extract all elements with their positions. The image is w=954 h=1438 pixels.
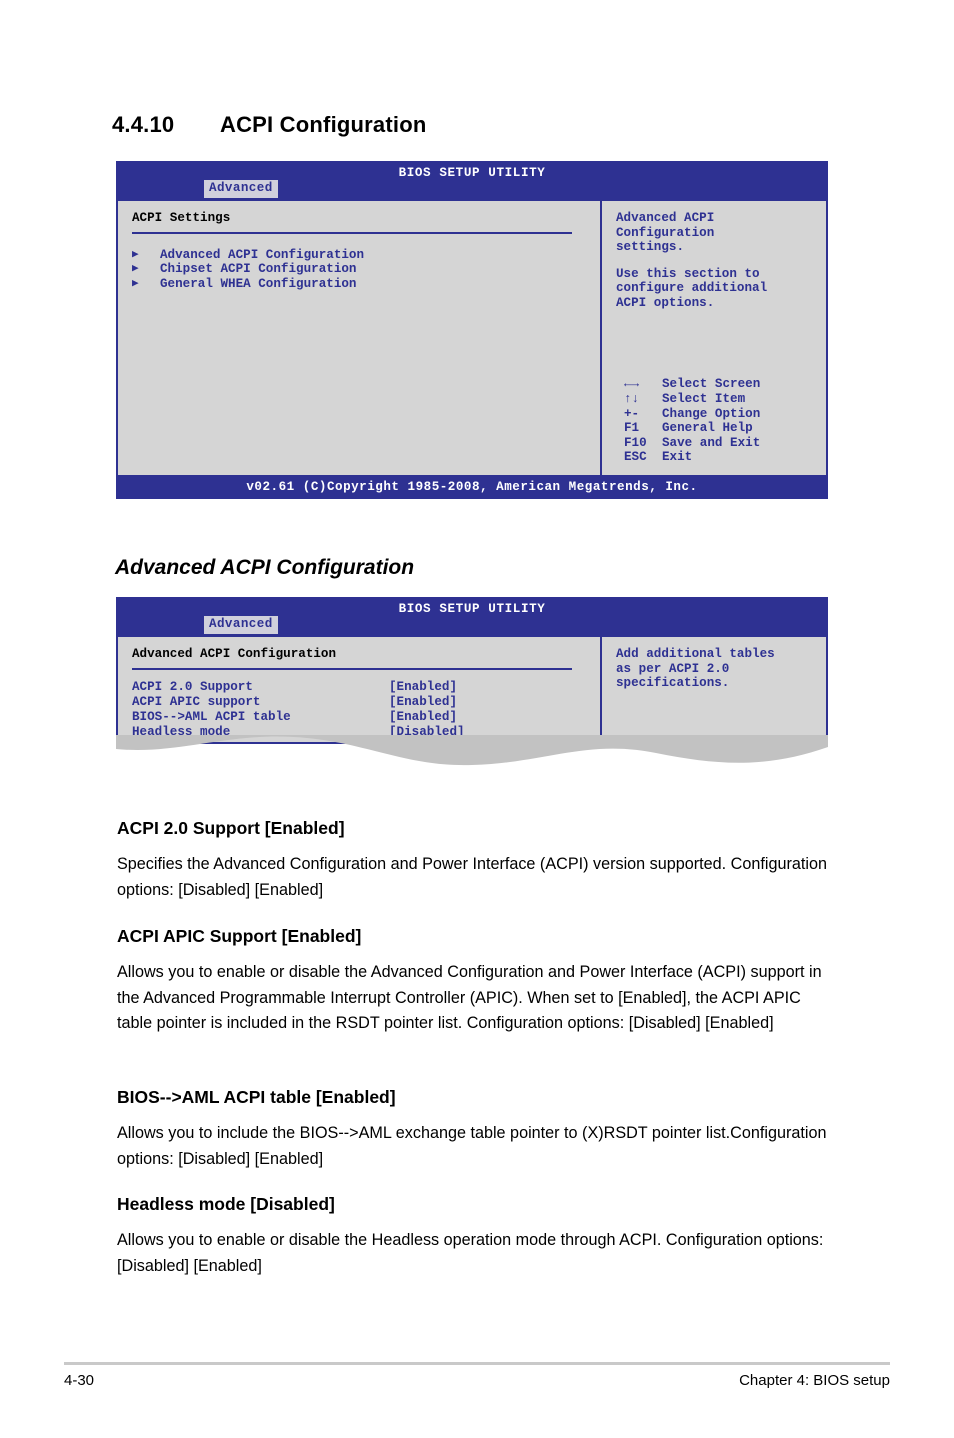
- bios-header-bar: BIOS SETUP UTILITY Advanced: [116, 161, 828, 201]
- bios-key-legend-desc: Exit: [662, 450, 693, 465]
- bios-setting-value[interactable]: [Enabled]: [389, 710, 457, 725]
- option-heading-1: ACPI APIC Support [Enabled]: [117, 926, 362, 946]
- bios-help-paragraph: Advanced ACPI Configuration settings.: [616, 211, 826, 255]
- bios-setting-row[interactable]: ACPI 2.0 Support [Enabled]: [132, 680, 600, 695]
- bios-help-line: Add additional tables: [616, 647, 775, 661]
- bios-help-paragraph: Add additional tables as per ACPI 2.0 spec…: [616, 647, 826, 691]
- bios-panel-title-2: Advanced ACPI Configuration: [132, 647, 337, 661]
- bios-header-bar-2: BIOS SETUP UTILITY Advanced: [116, 597, 828, 637]
- bios-settings-pane: ACPI Settings ▶ Advanced ACPI Configurati…: [118, 201, 600, 475]
- option-heading-2: BIOS-->AML ACPI table [Enabled]: [117, 1087, 396, 1107]
- bios-body-2: Advanced ACPI Configuration ACPI 2.0 Sup…: [116, 637, 828, 744]
- option-body-2: Allows you to include the BIOS-->AML exc…: [117, 1124, 827, 1168]
- bios-setting-label: ACPI 2.0 Support: [132, 679, 253, 694]
- bios-key-legend-desc: Select Item: [662, 392, 746, 407]
- bios-menu-item[interactable]: ▶ General WHEA Configuration: [132, 277, 600, 292]
- page-title: 4.4.10 ACPI Configuration: [112, 112, 426, 138]
- bios-help-line: Advanced ACPI: [616, 211, 715, 225]
- option-heading-0: ACPI 2.0 Support [Enabled]: [117, 818, 345, 838]
- bios-menu-item[interactable]: ▶ Chipset ACPI Configuration: [132, 262, 600, 277]
- bios-utility-title-2: BIOS SETUP UTILITY: [398, 602, 546, 616]
- bios-setting-value[interactable]: [Enabled]: [389, 695, 457, 710]
- bios-help-text: Advanced ACPI Configuration settings. Use t…: [616, 211, 826, 311]
- option-heading-3: Headless mode [Disabled]: [117, 1194, 335, 1214]
- bios-help-paragraph: Use this section to configure additional A…: [616, 267, 826, 311]
- bios-setting-row[interactable]: BIOS-->AML ACPI table [Enabled]: [132, 710, 600, 725]
- torn-edge-shape: [116, 735, 828, 766]
- bios-setting-label: ACPI APIC support: [132, 694, 261, 709]
- title-divider: [132, 231, 572, 234]
- bios-key-legend-row: ↑↓ Select Item: [616, 392, 760, 407]
- bios-key-legend-desc: Save and Exit: [662, 435, 761, 450]
- torn-page-edge: [116, 735, 828, 769]
- bios-key-legend-key: +-: [624, 406, 640, 421]
- bios-help-pane: Advanced ACPI Configuration settings. Use t…: [600, 201, 826, 475]
- section-title: ACPI Configuration: [220, 112, 427, 137]
- bios-setting-value[interactable]: [Enabled]: [389, 680, 457, 695]
- option-body-3: Allows you to enable or disable the Head…: [117, 1231, 824, 1275]
- bios-key-legend-key: ←→: [624, 377, 640, 392]
- bios-tab-advanced-2[interactable]: Advanced: [204, 616, 278, 634]
- triangle-right-icon: ▶: [132, 263, 139, 276]
- bios-menu-item[interactable]: ▶ Advanced ACPI Configuration: [132, 248, 600, 263]
- bios-screenshot-advanced-acpi: BIOS SETUP UTILITY Advanced Advanced ACP…: [116, 597, 828, 744]
- footer-divider: [64, 1362, 890, 1365]
- bios-help-line: settings.: [616, 240, 685, 255]
- triangle-right-icon: ▶: [132, 277, 139, 290]
- bios-help-line: configure additional: [616, 281, 768, 296]
- bios-help-line: Use this section to: [616, 266, 760, 281]
- bios-settings-pane-2: Advanced ACPI Configuration ACPI 2.0 Sup…: [118, 637, 600, 742]
- title-divider-2: [132, 667, 572, 670]
- bios-help-pane-2: Add additional tables as per ACPI 2.0 spec…: [600, 637, 826, 742]
- bios-copyright-footer: v02.61 (C)Copyright 1985-2008, American …: [116, 477, 828, 499]
- bios-menu-item-label: General WHEA Configuration: [160, 276, 357, 291]
- bios-help-line: Configuration: [616, 225, 715, 240]
- subsection-title: Advanced ACPI Configuration: [115, 556, 415, 579]
- bios-key-legend-key: F10: [624, 435, 647, 450]
- bios-screenshot-acpi-settings: BIOS SETUP UTILITY Advanced ACPI Setting…: [116, 161, 828, 499]
- bios-panel-title: ACPI Settings: [132, 211, 231, 225]
- bios-help-line: as per ACPI 2.0: [616, 661, 730, 676]
- bios-key-legend-row: +- Change Option: [616, 407, 760, 422]
- option-body-1: Allows you to enable or disable the Adva…: [117, 963, 822, 1032]
- bios-help-line: ACPI options.: [616, 295, 715, 310]
- bios-key-legend-row: F10 Save and Exit: [616, 436, 760, 451]
- bios-key-legend-key: ESC: [624, 450, 647, 465]
- bios-menu-item-label: Advanced ACPI Configuration: [160, 247, 365, 262]
- bios-key-legend-desc: General Help: [662, 421, 753, 436]
- bios-tab-advanced[interactable]: Advanced: [204, 180, 278, 198]
- footer-page-number: 4-30: [64, 1372, 95, 1389]
- bios-key-legend-desc: Change Option: [662, 406, 761, 421]
- bios-key-legend-row: F1 General Help: [616, 421, 760, 436]
- bios-key-legend-key: ↑↓: [624, 392, 640, 407]
- bios-menu-item-label: Chipset ACPI Configuration: [160, 262, 357, 277]
- option-body-0: Specifies the Advanced Configuration and…: [117, 855, 827, 899]
- bios-settings-list: ACPI 2.0 Support [Enabled] ACPI APIC suppo…: [132, 680, 600, 740]
- bios-key-legend-row: ←→ Select Screen: [616, 377, 760, 392]
- bios-key-legend-key: F1: [624, 421, 640, 436]
- bios-key-legend-desc: Select Screen: [662, 377, 761, 392]
- bios-menu-list: ▶ Advanced ACPI Configuration ▶ Chipset ACP…: [132, 248, 600, 292]
- bios-body: ACPI Settings ▶ Advanced ACPI Configurati…: [116, 201, 828, 477]
- footer-chapter: Chapter 4: BIOS setup: [739, 1372, 890, 1389]
- bios-help-text-2: Add additional tables as per ACPI 2.0 spec…: [616, 647, 826, 691]
- bios-setting-row[interactable]: ACPI APIC support [Enabled]: [132, 695, 600, 710]
- bios-utility-title: BIOS SETUP UTILITY: [398, 166, 546, 180]
- bios-help-line: specifications.: [616, 676, 730, 691]
- bios-key-legend-row: ESC Exit: [616, 450, 760, 465]
- bios-setting-label: BIOS-->AML ACPI table: [132, 709, 291, 724]
- section-number: 4.4.10: [112, 112, 175, 137]
- bios-key-legend: ←→ Select Screen ↑↓ Select Item +- Change Opt…: [616, 377, 760, 465]
- triangle-right-icon: ▶: [132, 248, 139, 261]
